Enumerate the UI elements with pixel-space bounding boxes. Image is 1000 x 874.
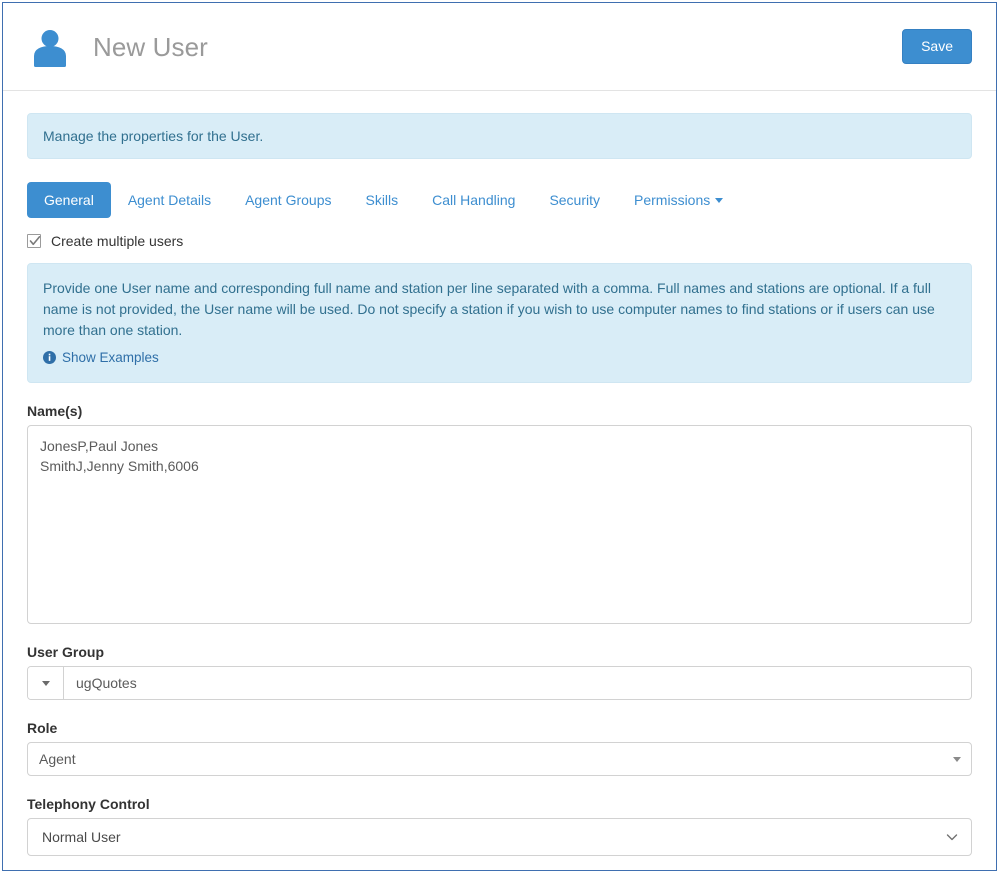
telephony-control-label: Telephony Control [27,796,150,812]
tab-agent-details-label: Agent Details [127,191,212,208]
user-group-input[interactable] [64,667,971,699]
checkmark-icon [29,236,41,246]
info-circle-icon [43,351,56,364]
info-banner: Manage the properties for the User. [27,113,972,159]
user-group-dropdown-button[interactable] [28,667,64,699]
tab-security[interactable]: Security [532,182,617,219]
names-field: Name(s) [27,403,972,624]
save-button[interactable]: Save [902,29,972,64]
role-combo [27,742,972,776]
tab-skills-label: Skills [365,191,399,208]
telephony-control-select[interactable]: Normal User [27,818,972,856]
role-input[interactable] [27,742,972,776]
tab-bar: General Agent Details Agent Groups Skill… [27,181,972,219]
tab-call-handling[interactable]: Call Handling [415,182,532,219]
tab-skills[interactable]: Skills [348,182,415,219]
role-field: Role [27,720,972,776]
instructions-panel: Provide one User name and corresponding … [27,263,972,383]
tab-general-label: General [44,191,94,208]
user-group-input-group [27,666,972,700]
tab-call-handling-label: Call Handling [432,191,516,208]
show-examples-label: Show Examples [62,350,159,365]
tab-general[interactable]: General [27,181,111,219]
names-input[interactable] [27,425,972,624]
create-multiple-users-checkbox[interactable] [27,234,41,248]
tab-agent-groups-label: Agent Groups [245,191,332,208]
create-multiple-users-row[interactable]: Create multiple users [27,233,972,249]
header-actions: Save [902,29,972,64]
tab-agent-groups[interactable]: Agent Groups [228,182,348,219]
show-examples-link[interactable]: Show Examples [43,347,159,368]
user-avatar-icon [34,29,66,67]
user-group-label: User Group [27,644,105,660]
page-frame: New User Save Manage the properties for … [2,2,997,871]
telephony-control-value: Normal User [42,829,121,845]
tab-permissions[interactable]: Permissions [617,182,740,219]
create-multiple-users-label: Create multiple users [51,233,184,249]
tab-permissions-label: Permissions [634,191,711,208]
page-title: New User [93,31,208,62]
telephony-control-select-wrap: Normal User [27,818,972,856]
role-label: Role [27,720,58,736]
instructions-text: Provide one User name and corresponding … [43,280,935,338]
user-group-field: User Group [27,644,972,700]
page-header: New User Save [3,3,996,91]
chevron-down-icon [715,198,724,204]
tab-agent-details[interactable]: Agent Details [111,182,228,219]
page-content: Manage the properties for the User. Gene… [3,113,996,856]
caret-down-icon [41,680,50,686]
tab-security-label: Security [549,191,601,208]
telephony-control-field: Telephony Control Normal User [27,796,972,856]
names-label: Name(s) [27,403,83,419]
